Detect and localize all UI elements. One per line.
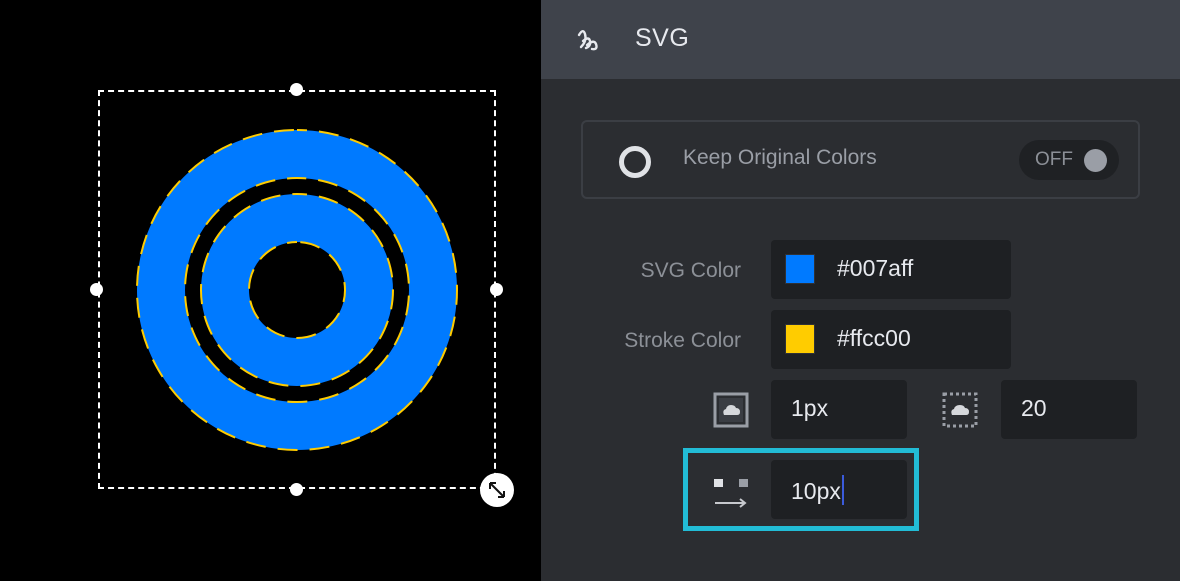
resize-handle-bottom[interactable] [290, 483, 303, 496]
stroke-dash-icon [942, 392, 978, 428]
panel-header: SVG [541, 0, 1180, 79]
keep-original-colors-row: Keep Original Colors OFF [581, 120, 1140, 199]
stroke-dashoffset-value: 10px [791, 478, 841, 504]
svg-canvas[interactable] [0, 0, 541, 581]
svg-color-field[interactable]: #007aff [771, 240, 1011, 299]
stroke-color-value: #ffcc00 [837, 325, 911, 351]
resize-handle-left[interactable] [90, 283, 103, 296]
stroke-color-swatch[interactable] [785, 324, 815, 354]
stroke-dashoffset-input[interactable]: 10px [771, 460, 907, 519]
stroke-dasharray-input[interactable]: 20 [1001, 380, 1137, 439]
toggle-knob [1084, 149, 1107, 172]
svg-color-value: #007aff [837, 255, 914, 281]
svg-color-label: SVG Color [640, 259, 741, 282]
svg-settings-panel: SVG Keep Original Colors OFF SVG Color #… [541, 0, 1180, 581]
stroke-width-icon [713, 392, 749, 428]
selection-box[interactable] [98, 90, 496, 489]
panel-title: SVG [635, 24, 690, 52]
ring-icon [619, 146, 651, 178]
svg-scribble-icon [577, 30, 598, 51]
scale-handle[interactable] [480, 473, 514, 507]
keep-original-colors-label: Keep Original Colors [683, 146, 877, 169]
text-cursor [841, 475, 844, 505]
stroke-width-input[interactable]: 1px [771, 380, 907, 439]
stroke-color-label: Stroke Color [624, 329, 741, 352]
resize-handle-right[interactable] [490, 283, 503, 296]
keep-original-colors-toggle[interactable]: OFF [1019, 140, 1119, 180]
stroke-dasharray-value: 20 [1021, 395, 1047, 421]
svg-color-swatch[interactable] [785, 254, 815, 284]
diagonal-resize-icon [489, 482, 505, 498]
dash-offset-icon [714, 479, 748, 508]
toggle-state-text: OFF [1035, 149, 1073, 170]
stroke-width-value: 1px [791, 395, 829, 421]
stroke-color-field[interactable]: #ffcc00 [771, 310, 1011, 369]
resize-handle-top[interactable] [290, 83, 303, 96]
